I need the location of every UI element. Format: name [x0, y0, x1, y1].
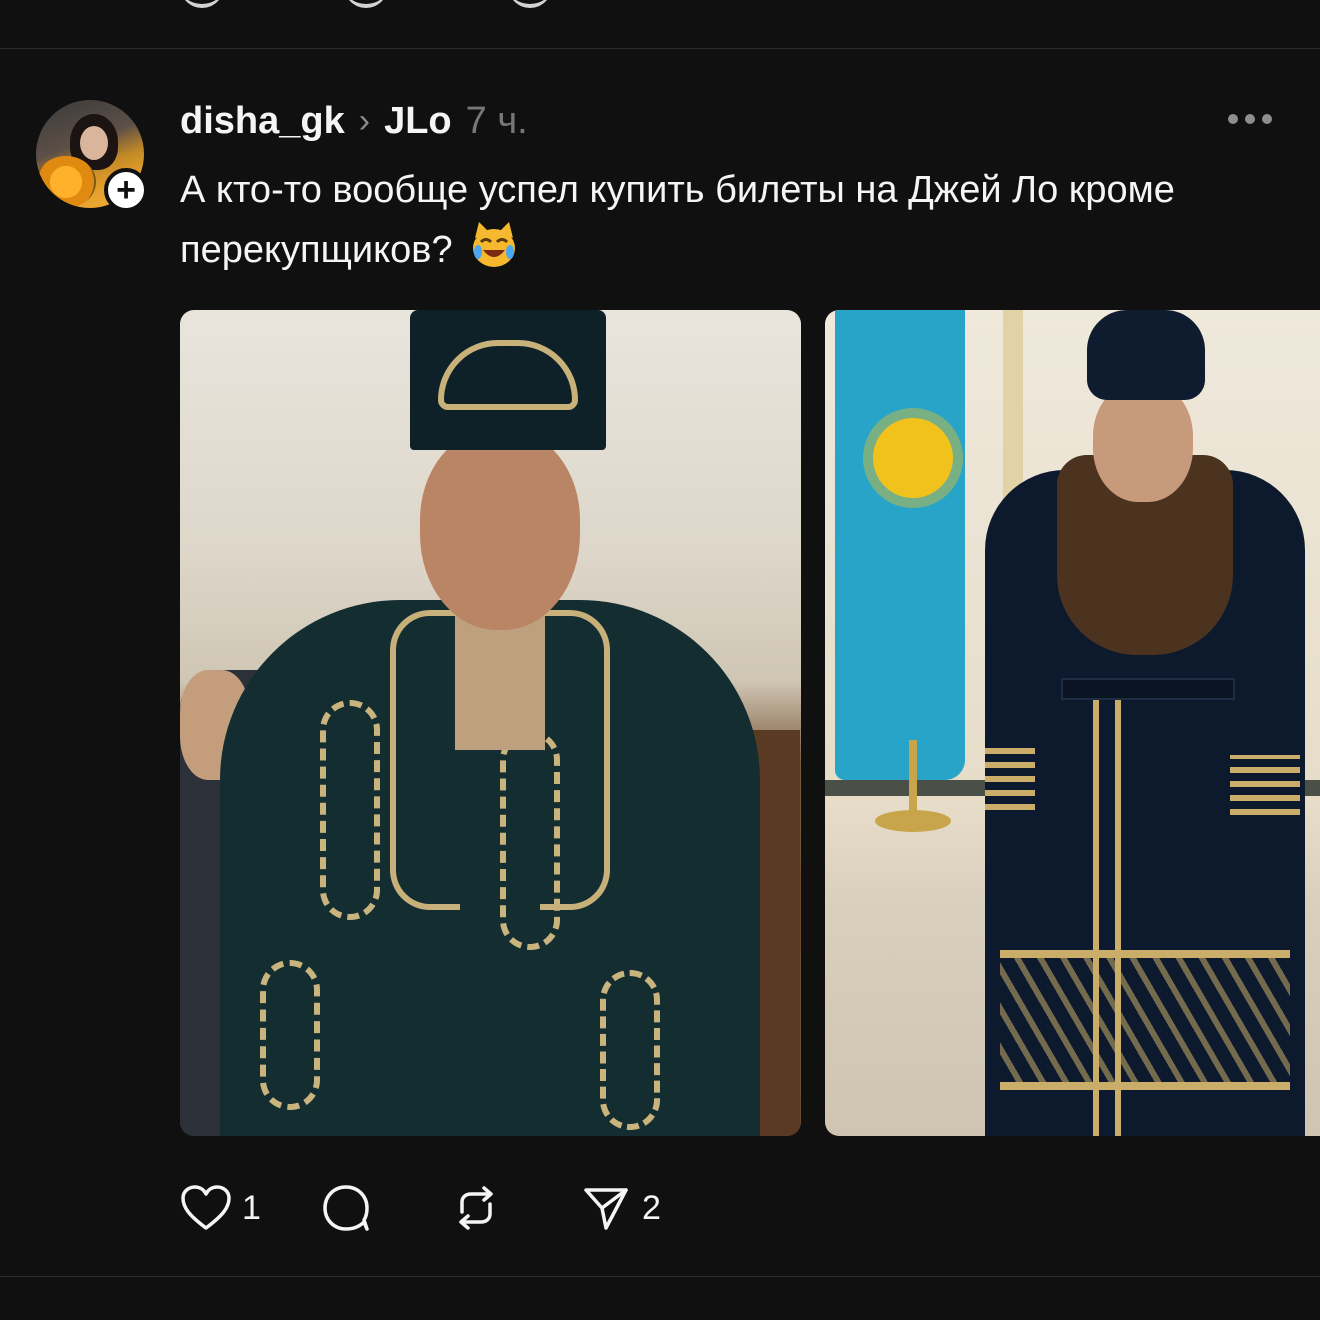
like-button[interactable]: 1 — [180, 1180, 320, 1236]
post-text: А кто-то вообще успел купить билеты на Д… — [180, 160, 1290, 280]
username[interactable]: disha_gk — [180, 100, 345, 143]
image-face — [420, 430, 580, 630]
post-divider — [0, 1276, 1320, 1277]
image-ornament — [320, 700, 380, 920]
follow-button[interactable]: + — [104, 168, 148, 212]
previous-post-actions — [180, 0, 552, 8]
post-image-2[interactable] — [825, 310, 1320, 1136]
more-dot — [1228, 114, 1238, 124]
comment-icon — [323, 1185, 369, 1231]
image-flag-pole — [909, 740, 917, 820]
more-dot — [1262, 114, 1272, 124]
image-cuff — [985, 740, 1035, 810]
threads-feed: + disha_gk › JLo 7 ч. А кто-то вообще ус… — [0, 0, 1320, 1320]
image-belt — [1061, 678, 1235, 700]
previous-post-icon[interactable] — [508, 0, 552, 8]
heart-icon — [181, 1185, 231, 1230]
community-name[interactable]: JLo — [384, 100, 452, 143]
more-dot — [1245, 114, 1255, 124]
reply-button[interactable] — [320, 1180, 450, 1236]
image-lapel — [390, 610, 460, 910]
image-flag-sun — [873, 418, 953, 498]
image-ornament — [600, 970, 660, 1130]
avatar-flowers — [36, 156, 96, 208]
more-icon[interactable] — [1228, 104, 1272, 134]
avatar-face — [80, 126, 108, 160]
image-lapel — [540, 610, 610, 910]
repost-icon — [459, 1186, 493, 1230]
share-button[interactable]: 2 — [580, 1180, 661, 1236]
post-body: А кто-то вообще успел купить билеты на Д… — [180, 169, 1175, 271]
post-time: 7 ч. — [465, 99, 528, 142]
post-image-1[interactable] — [180, 310, 801, 1136]
post-header: disha_gk › JLo 7 ч. — [180, 96, 528, 146]
image-face — [1093, 382, 1193, 502]
previous-post-icon[interactable] — [344, 0, 388, 8]
image-ornament — [260, 960, 320, 1110]
send-icon — [584, 1188, 628, 1230]
image-cuff — [1230, 755, 1300, 815]
like-count: 1 — [242, 1188, 261, 1227]
image-flag — [835, 310, 965, 780]
image-neck — [455, 610, 545, 750]
post-actions: 1 2 — [180, 1180, 661, 1236]
previous-post-icon[interactable] — [180, 0, 224, 8]
repost-button[interactable] — [450, 1180, 580, 1236]
chevron-right-icon: › — [358, 101, 371, 140]
post-divider — [0, 48, 1320, 49]
share-count: 2 — [642, 1188, 661, 1227]
image-coat-hem — [1000, 950, 1290, 1090]
image-hat — [1087, 310, 1205, 400]
image-flag-base — [875, 810, 951, 832]
laughing-cat-emoji-icon — [473, 222, 516, 267]
